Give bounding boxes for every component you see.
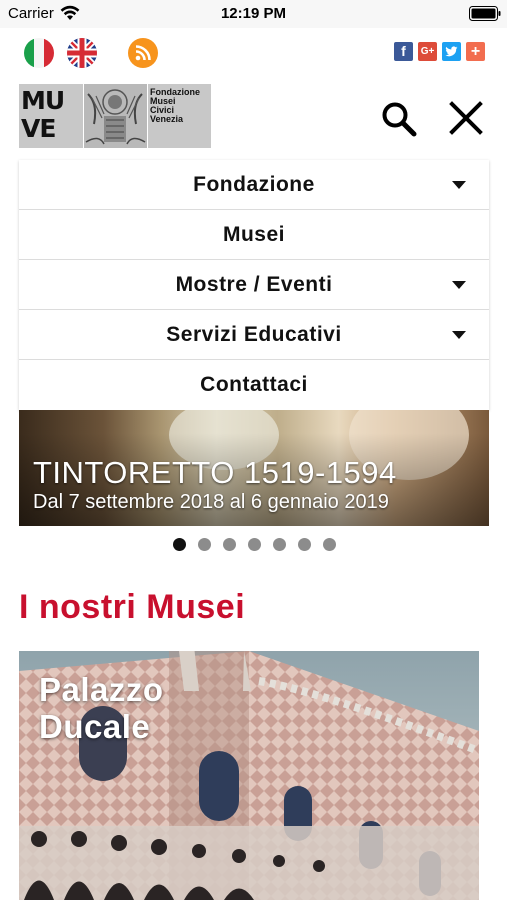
logo-text-line: Venezia bbox=[150, 114, 184, 124]
museum-card-title: Palazzo Ducale bbox=[39, 671, 164, 745]
menu-item-label: Fondazione bbox=[193, 173, 315, 196]
carousel-dot[interactable] bbox=[223, 538, 236, 551]
italian-flag-icon[interactable] bbox=[24, 38, 54, 68]
caret-down-icon[interactable] bbox=[452, 181, 466, 189]
uk-flag-icon[interactable] bbox=[67, 38, 97, 68]
status-time: 12:19 PM bbox=[220, 5, 287, 22]
logo-muve-mark: MU VE bbox=[19, 84, 83, 148]
carousel-dot[interactable] bbox=[273, 538, 286, 551]
carousel-dot[interactable] bbox=[298, 538, 311, 551]
exhibition-banner[interactable]: TINTORETTO 1519-1594 Dal 7 settembre 201… bbox=[19, 410, 489, 526]
caret-down-icon[interactable] bbox=[452, 331, 466, 339]
museum-card-title-line: Palazzo bbox=[39, 671, 164, 708]
menu-item-label: Musei bbox=[222, 223, 285, 246]
menu-item-label: Mostre / Eventi bbox=[175, 273, 333, 296]
menu-item-label: Servizi Educativi bbox=[166, 323, 342, 346]
menu-item-servizi-educativi[interactable]: Servizi Educativi bbox=[19, 310, 489, 360]
carousel-dot[interactable] bbox=[248, 538, 261, 551]
carousel-dot[interactable] bbox=[198, 538, 211, 551]
carousel-dot[interactable] bbox=[323, 538, 336, 551]
facebook-icon[interactable]: f bbox=[394, 42, 413, 61]
status-bar: Carrier 12:19 PM bbox=[0, 0, 507, 28]
menu-item-fondazione[interactable]: Fondazione bbox=[19, 160, 489, 210]
museum-card-title-line: Ducale bbox=[39, 708, 151, 745]
logo-wordmark: Fondazione Musei Civici Venezia bbox=[148, 84, 211, 148]
twitter-icon[interactable] bbox=[442, 42, 461, 61]
battery-icon bbox=[469, 6, 501, 21]
section-title-musei: I nostri Musei bbox=[19, 588, 246, 626]
main-menu: Fondazione Musei Mostre / Eventi Servizi… bbox=[19, 160, 489, 410]
logo-muve-line-1: MU bbox=[21, 86, 65, 115]
logo-muve-line-2: VE bbox=[21, 114, 56, 143]
rss-icon[interactable] bbox=[128, 38, 158, 68]
google-plus-icon[interactable]: G+ bbox=[418, 42, 437, 61]
search-icon[interactable] bbox=[380, 100, 418, 138]
banner-subtitle: Dal 7 settembre 2018 al 6 gennaio 2019 bbox=[33, 491, 389, 513]
close-icon[interactable] bbox=[448, 100, 484, 136]
carousel-dot[interactable] bbox=[173, 538, 186, 551]
menu-item-contattaci[interactable]: Contattaci bbox=[19, 360, 489, 410]
share-plus-icon[interactable]: + bbox=[466, 42, 485, 61]
banner-title: TINTORETTO 1519-1594 bbox=[33, 455, 397, 490]
museum-card-palazzo-ducale[interactable]: Palazzo Ducale bbox=[19, 651, 479, 900]
menu-item-label: Contattaci bbox=[200, 373, 308, 396]
muve-logo[interactable]: MU VE Fondazione Musei Civici Venezia bbox=[19, 84, 211, 148]
lion-of-venice-emblem bbox=[84, 84, 147, 148]
menu-item-musei[interactable]: Musei bbox=[19, 210, 489, 260]
caret-down-icon[interactable] bbox=[452, 281, 466, 289]
menu-item-mostre-eventi[interactable]: Mostre / Eventi bbox=[19, 260, 489, 310]
